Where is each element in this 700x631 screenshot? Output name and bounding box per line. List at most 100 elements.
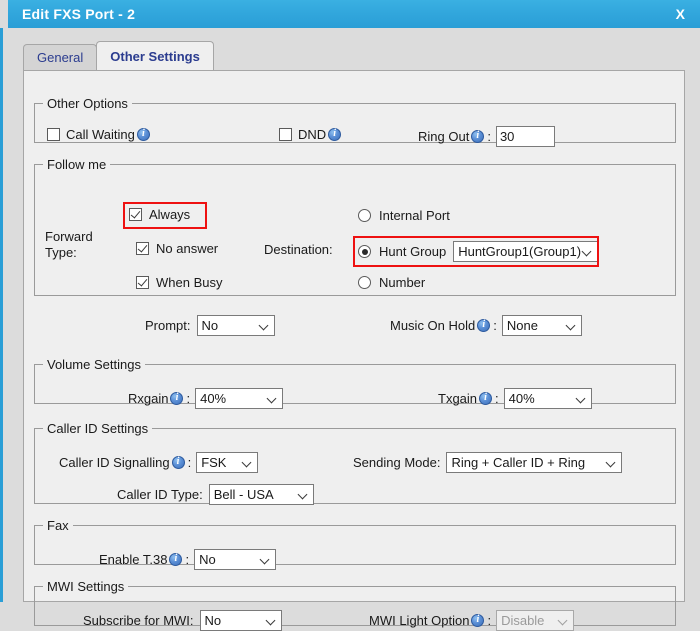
- forward-type-label: Forward Type:: [45, 229, 93, 261]
- destination-hunt-group-row: Hunt Group HuntGroup1(Group1): [358, 241, 599, 262]
- group-volume-settings: Volume Settings Rxgain : 40% Txgain : 40…: [34, 357, 676, 409]
- forward-always-checkbox[interactable]: [129, 208, 142, 221]
- chevron-down-icon: [268, 394, 276, 402]
- group-follow-me-legend: Follow me: [47, 157, 107, 172]
- forward-no-answer-checkbox[interactable]: [136, 242, 149, 255]
- forward-always-label: Always: [149, 207, 191, 222]
- ring-out-info-icon[interactable]: [471, 130, 485, 143]
- enable-t38-label: Enable T.38: [99, 552, 168, 567]
- destination-label: Destination:: [264, 242, 333, 257]
- forward-when-busy-label: When Busy: [156, 275, 223, 290]
- prompt-select[interactable]: No: [196, 315, 275, 336]
- destination-hunt-group-radio[interactable]: [358, 245, 371, 258]
- group-fax-legend: Fax: [47, 518, 69, 533]
- destination-internal-port-label: Internal Port: [379, 208, 450, 223]
- chevron-down-icon: [261, 555, 269, 563]
- sending-mode-select-value: Ring + Caller ID + Ring: [451, 455, 586, 470]
- call-waiting-info-icon[interactable]: [136, 128, 150, 141]
- rxgain-select-value: 40%: [200, 391, 227, 406]
- chevron-down-icon: [243, 458, 251, 466]
- call-waiting-checkbox[interactable]: [47, 128, 60, 141]
- dialog-titlebar: Edit FXS Port - 2 X: [8, 0, 700, 28]
- prompt-row: Prompt: No: [145, 315, 275, 336]
- tab-other-settings[interactable]: Other Settings: [96, 41, 214, 70]
- forward-no-answer-label: No answer: [156, 241, 219, 256]
- forward-no-answer-row: No answer: [136, 241, 218, 256]
- ring-out-label: Ring Out: [418, 129, 470, 144]
- sending-mode-select[interactable]: Ring + Caller ID + Ring: [446, 452, 623, 473]
- rxgain-row: Rxgain : 40%: [128, 388, 284, 409]
- music-on-hold-info-icon[interactable]: [477, 319, 491, 332]
- enable-t38-select-value: No: [199, 552, 216, 567]
- forward-type-label-line1: Forward: [45, 229, 93, 244]
- chevron-down-icon: [583, 247, 591, 255]
- destination-internal-port-radio[interactable]: [358, 209, 371, 222]
- caller-id-type-label: Caller ID Type:: [117, 487, 203, 502]
- enable-t38-row: Enable T.38 : No: [99, 549, 277, 570]
- group-mwi-settings-legend: MWI Settings: [47, 579, 125, 594]
- caller-id-signalling-separator: :: [187, 455, 192, 470]
- rxgain-info-icon[interactable]: [170, 392, 184, 405]
- dnd-row: DND: [279, 127, 342, 142]
- dnd-info-icon[interactable]: [328, 128, 342, 141]
- dialog-body: General Other Settings Other Options Cal…: [3, 28, 700, 631]
- forward-when-busy-row: When Busy: [136, 275, 222, 290]
- call-waiting-label: Call Waiting: [66, 127, 135, 142]
- tab-general[interactable]: General: [23, 44, 98, 70]
- txgain-select-value: 40%: [508, 391, 535, 406]
- music-on-hold-row: Music On Hold : None: [390, 315, 582, 336]
- sending-mode-label: Sending Mode:: [353, 455, 441, 470]
- mwi-light-option-label: MWI Light Option: [369, 613, 470, 628]
- mwi-light-option-separator: :: [487, 613, 492, 628]
- rxgain-label: Rxgain: [128, 391, 169, 406]
- enable-t38-select[interactable]: No: [194, 549, 277, 570]
- forward-type-label-line2: Type:: [45, 245, 77, 260]
- destination-internal-port-row: Internal Port: [358, 208, 450, 223]
- caller-id-signalling-info-icon[interactable]: [171, 456, 185, 469]
- ring-out-separator: :: [487, 129, 491, 144]
- txgain-separator: :: [495, 391, 499, 406]
- subscribe-for-mwi-select[interactable]: No: [199, 610, 282, 631]
- hunt-group-select[interactable]: HuntGroup1(Group1): [453, 241, 599, 262]
- destination-number-radio[interactable]: [358, 276, 371, 289]
- music-on-hold-separator: :: [493, 318, 497, 333]
- mwi-light-option-info-icon[interactable]: [471, 614, 485, 627]
- chevron-down-icon: [299, 490, 307, 498]
- tabstrip: General Other Settings: [23, 41, 214, 70]
- txgain-label: Txgain: [438, 391, 478, 406]
- music-on-hold-select[interactable]: None: [501, 315, 582, 336]
- chevron-down-icon: [607, 458, 615, 466]
- group-caller-id-settings: Caller ID Settings Caller ID Signalling …: [34, 421, 676, 505]
- mwi-light-option-select: Disable: [496, 610, 575, 631]
- group-follow-me: Follow me Forward Type: Always No answer…: [34, 157, 676, 336]
- forward-when-busy-checkbox[interactable]: [136, 276, 149, 289]
- prompt-select-value: No: [201, 318, 219, 333]
- chevron-down-icon: [267, 616, 275, 624]
- subscribe-for-mwi-select-value: No: [204, 613, 222, 628]
- music-on-hold-select-value: None: [506, 318, 538, 333]
- enable-t38-info-icon[interactable]: [169, 553, 183, 566]
- txgain-select[interactable]: 40%: [503, 388, 592, 409]
- mwi-light-option-row: MWI Light Option : Disable: [369, 610, 575, 631]
- ring-out-input[interactable]: 30: [495, 126, 555, 147]
- subscribe-for-mwi-label: Subscribe for MWI:: [83, 613, 194, 628]
- group-other-options-legend: Other Options: [47, 96, 128, 111]
- prompt-label: Prompt:: [145, 318, 191, 333]
- forward-always-row: Always: [129, 207, 190, 222]
- caller-id-signalling-select[interactable]: FSK: [196, 452, 259, 473]
- caller-id-type-select[interactable]: Bell - USA: [208, 484, 314, 505]
- txgain-info-icon[interactable]: [479, 392, 493, 405]
- group-mwi-settings: MWI Settings Subscribe for MWI: No MWI L…: [34, 579, 676, 631]
- chevron-down-icon: [577, 394, 585, 402]
- destination-hunt-group-label: Hunt Group: [379, 244, 447, 259]
- chevron-down-icon: [559, 616, 567, 624]
- dialog-title: Edit FXS Port - 2: [22, 6, 136, 22]
- rxgain-select[interactable]: 40%: [195, 388, 284, 409]
- dnd-checkbox[interactable]: [279, 128, 292, 141]
- caller-id-signalling-select-value: FSK: [201, 455, 227, 470]
- call-waiting-row: Call Waiting: [47, 127, 150, 142]
- destination-number-row: Number: [358, 275, 425, 290]
- ring-out-row: Ring Out : 30: [418, 126, 555, 147]
- destination-number-label: Number: [379, 275, 426, 290]
- close-icon[interactable]: X: [673, 6, 688, 22]
